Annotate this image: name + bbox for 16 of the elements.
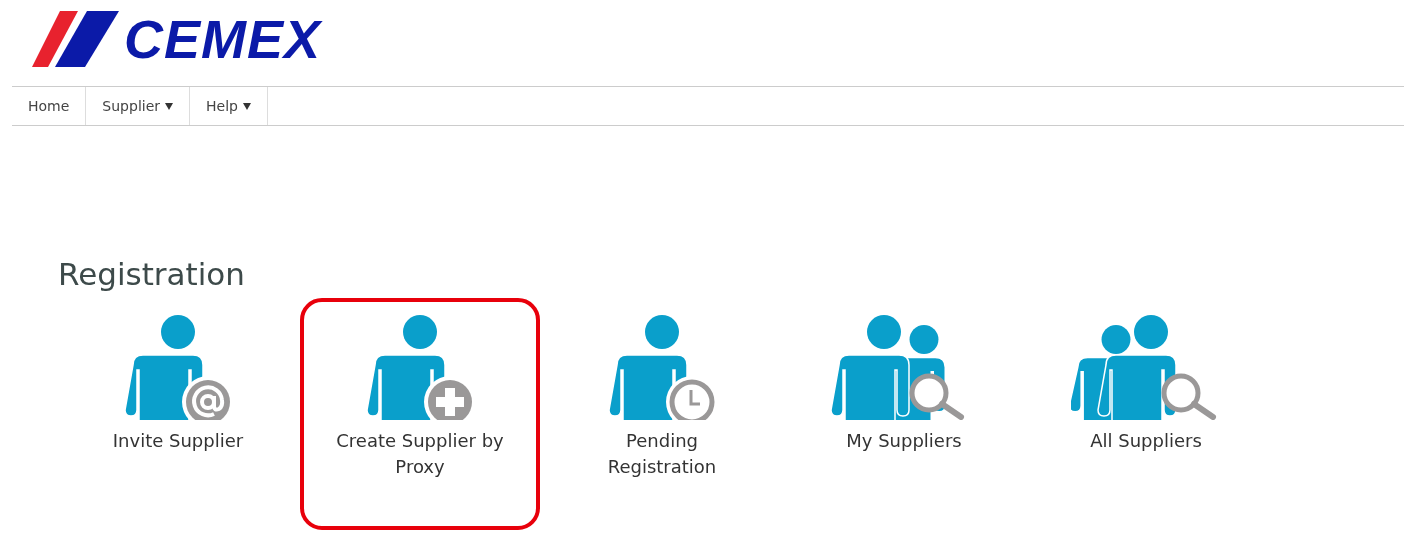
tile[interactable]: Invite Supplier bbox=[58, 298, 298, 530]
nav-item[interactable]: Home bbox=[12, 87, 87, 125]
logo-stripes-icon bbox=[32, 11, 122, 67]
highlighted-tile[interactable]: Create Supplier by Proxy bbox=[300, 298, 540, 530]
nav-item[interactable]: Help bbox=[190, 87, 268, 125]
nav-item[interactable]: Supplier bbox=[86, 87, 191, 125]
tile[interactable]: Pending Registration bbox=[542, 298, 782, 530]
section-title: Registration bbox=[58, 256, 246, 292]
tile[interactable]: My Suppliers bbox=[784, 298, 1024, 530]
tile-label: My Suppliers bbox=[846, 429, 962, 453]
logo-text: CEMEX bbox=[124, 12, 322, 66]
tile-label: Create Supplier by Proxy bbox=[335, 429, 505, 479]
tile-label: Invite Supplier bbox=[112, 429, 244, 453]
tile-label: Pending Registration bbox=[606, 429, 718, 479]
tile-label: All Suppliers bbox=[1090, 429, 1202, 453]
tile[interactable]: All Suppliers bbox=[1026, 298, 1266, 530]
